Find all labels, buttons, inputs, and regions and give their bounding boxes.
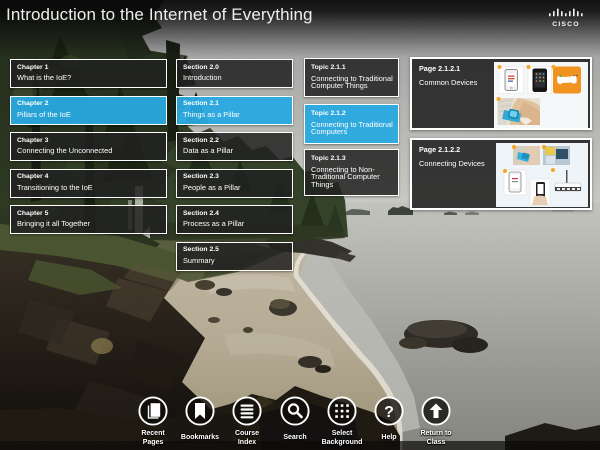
svg-text:CISCO: CISCO [552,21,580,28]
svg-text:?: ? [384,404,394,421]
